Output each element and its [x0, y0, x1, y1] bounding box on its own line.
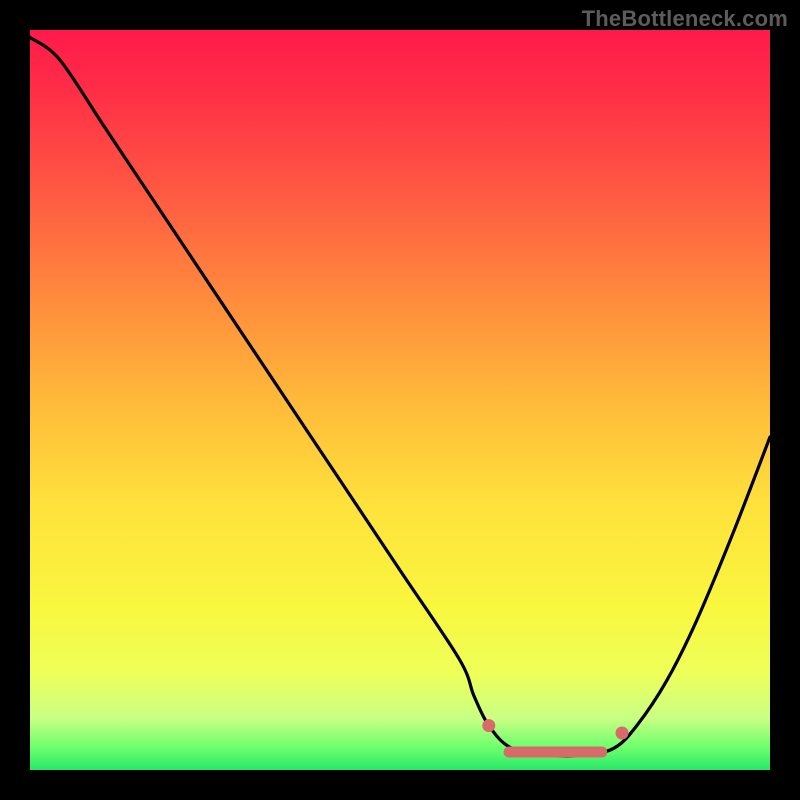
bottleneck-curve-path	[30, 37, 770, 756]
annotation-marker	[616, 727, 629, 740]
plot-inner	[30, 30, 770, 770]
annotation-band	[504, 747, 608, 758]
watermark-text: TheBottleneck.com	[582, 6, 788, 32]
curve-layer	[30, 30, 770, 770]
chart-container: TheBottleneck.com	[0, 0, 800, 800]
annotation-layer	[482, 719, 628, 757]
annotation-marker	[482, 719, 495, 732]
plot-area	[30, 30, 770, 770]
